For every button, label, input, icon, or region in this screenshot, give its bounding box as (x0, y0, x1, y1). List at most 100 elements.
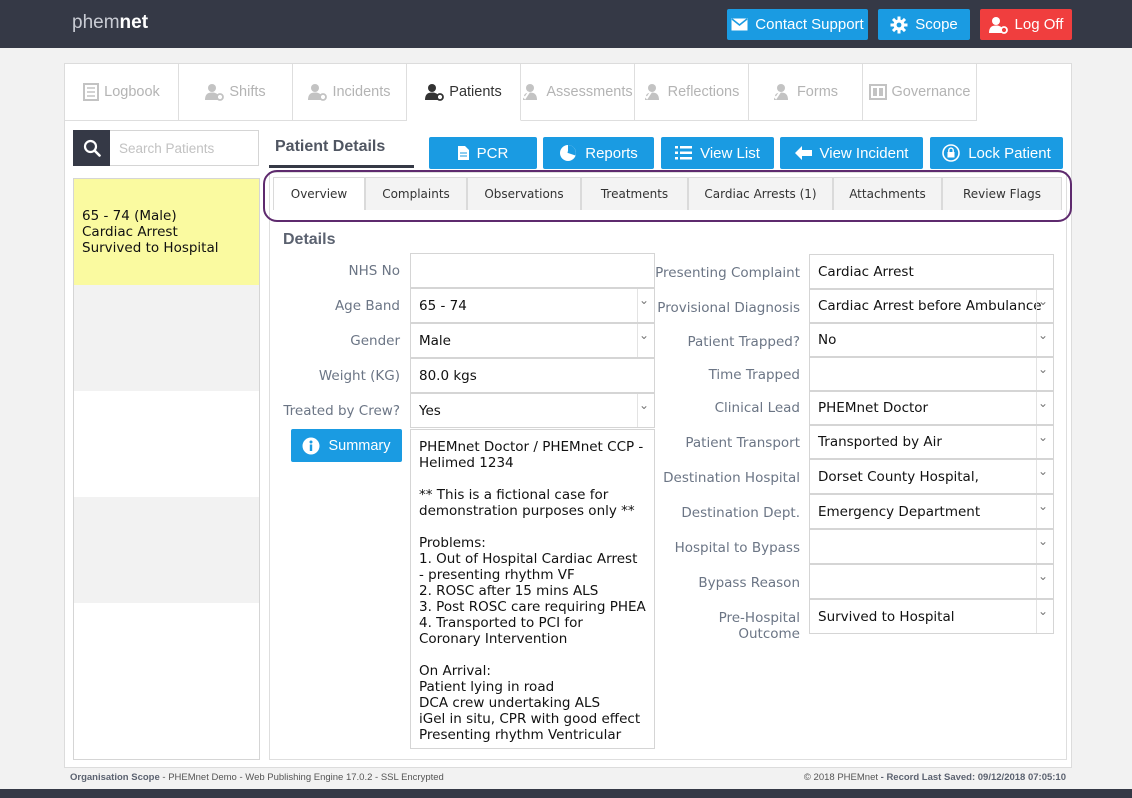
gender-select[interactable]: Male (410, 323, 655, 358)
summary-notes-textarea[interactable]: PHEMnet Doctor / PHEMnet CCP - Helimed 1… (410, 429, 655, 749)
treated-by-crew-label: Treated by Crew? (283, 403, 400, 419)
patient-transport-label: Patient Transport (685, 435, 800, 451)
tab-reflections[interactable]: Reflections (635, 64, 749, 121)
destination-dept-label: Destination Dept. (681, 505, 800, 521)
page-title: Patient Details (275, 138, 386, 155)
view-incident-label: View Incident (819, 144, 909, 162)
search-button[interactable] (73, 130, 110, 166)
logo-text-light: phem (72, 12, 120, 33)
view-list-button[interactable]: View List (661, 137, 774, 169)
arrow-left-icon (794, 146, 812, 160)
bottom-bar (0, 789, 1132, 798)
patient-age-gender: 65 - 74 (Male) (82, 208, 177, 224)
user-gear-icon (988, 16, 1008, 34)
contact-support-label: Contact Support (755, 16, 864, 33)
destination-hospital-select[interactable]: Dorset County Hospital, (809, 459, 1054, 494)
footer-last-saved: - Record Last Saved: 09/12/2018 07:05:10 (878, 772, 1066, 783)
user-gear-icon (425, 84, 445, 101)
nhs-no-field[interactable] (410, 253, 655, 288)
logbook-icon (83, 83, 100, 101)
patient-transport-value: Transported by Air (818, 434, 942, 450)
reports-label: Reports (585, 144, 638, 162)
gender-label: Gender (350, 333, 400, 349)
view-incident-button[interactable]: View Incident (780, 137, 923, 169)
destination-dept-select[interactable]: Emergency Department (809, 494, 1054, 529)
provisional-diagnosis-select[interactable]: Cardiac Arrest before Ambulance (809, 289, 1054, 323)
list-item[interactable]: 65 - 74 (Male) Cardiac Arrest Survived t… (74, 179, 259, 285)
destination-dept-value: Emergency Department (818, 503, 981, 520)
search-input[interactable] (112, 131, 258, 165)
provisional-diagnosis-value: Cardiac Arrest before Ambulance (818, 298, 1042, 314)
tab-governance[interactable]: Governance (863, 64, 977, 121)
hospital-to-bypass-label: Hospital to Bypass (674, 540, 800, 556)
tab-forms-label: Forms (796, 84, 839, 100)
pre-hospital-outcome-value: Survived to Hospital (818, 608, 955, 625)
pre-hospital-outcome-label: Pre-Hospital Outcome (718, 610, 800, 642)
tab-patients[interactable]: Patients (407, 64, 521, 121)
lock-icon (942, 144, 961, 162)
user-check-icon (772, 84, 788, 100)
lock-patient-label: Lock Patient (968, 144, 1051, 162)
reports-button[interactable]: Reports (543, 137, 654, 169)
weight-label: Weight (KG) (318, 368, 400, 384)
list-item-empty (74, 497, 259, 603)
app-logo[interactable]: phemnet (72, 12, 148, 34)
view-list-label: View List (700, 144, 760, 162)
list-item-empty (74, 285, 259, 391)
footer-copyright: © 2018 PHEMnet (803, 772, 878, 783)
document-icon (457, 146, 469, 160)
clinical-lead-select[interactable]: PHEMnet Doctor (809, 391, 1054, 425)
footer-saved: © 2018 PHEMnet - Record Last Saved: 09/1… (804, 772, 1066, 783)
patient-transport-select[interactable]: Transported by Air (809, 425, 1054, 459)
scope-button[interactable]: Scope (878, 9, 970, 40)
tab-shifts-label: Shifts (229, 84, 266, 100)
age-band-select[interactable]: 65 - 74 (410, 288, 655, 323)
pcr-button[interactable]: PCR (429, 137, 537, 169)
patient-trapped-value: No (818, 332, 837, 348)
patient-search (73, 130, 259, 166)
tab-logbook[interactable]: Logbook (65, 64, 179, 121)
list-icon (675, 146, 693, 160)
logo-text-bold: net (119, 12, 149, 33)
patient-outcome: Survived to Hospital (82, 240, 219, 256)
contact-support-button[interactable]: Contact Support (727, 9, 868, 40)
tab-forms[interactable]: Forms (749, 64, 863, 121)
tab-assessments[interactable]: Assessments (521, 64, 635, 121)
info-icon (302, 437, 320, 454)
time-trapped-select[interactable] (809, 357, 1054, 391)
presenting-complaint-label: Presenting Complaint (655, 265, 800, 281)
footer-scope-text: - PHEMnet Demo - Web Publishing Engine 1… (159, 772, 444, 783)
tab-patients-label: Patients (449, 84, 502, 100)
tab-incidents[interactable]: Incidents (293, 64, 407, 121)
hospital-to-bypass-select[interactable] (809, 529, 1054, 564)
provisional-diagnosis-label: Provisional Diagnosis (657, 300, 800, 316)
presenting-complaint-field[interactable]: Cardiac Arrest (809, 254, 1054, 289)
main-panel: Logbook Shifts Incidents Patients Assess… (64, 63, 1072, 768)
age-band-label: Age Band (334, 298, 400, 314)
destination-hospital-label: Destination Hospital (663, 470, 800, 486)
patient-list: 65 - 74 (Male) Cardiac Arrest Survived t… (73, 178, 260, 760)
nhs-no-label: NHS No (348, 263, 400, 279)
time-trapped-label: Time Trapped (708, 367, 800, 383)
scope-label: Scope (915, 16, 958, 33)
bypass-reason-select[interactable] (809, 564, 1054, 599)
footer-scope-label: Organisation Scope (70, 772, 160, 783)
tabs-highlight-outline (263, 170, 1072, 222)
treated-by-crew-select[interactable]: Yes (410, 393, 655, 428)
title-underline (269, 165, 414, 168)
weight-field[interactable]: 80.0 kgs (410, 358, 655, 393)
list-item-empty (74, 603, 259, 709)
lock-patient-button[interactable]: Lock Patient (930, 137, 1063, 169)
pre-hospital-outcome-select[interactable]: Survived to Hospital (809, 599, 1054, 634)
pcr-label: PCR (476, 144, 509, 162)
patient-trapped-select[interactable]: No (809, 323, 1054, 357)
list-item-empty (74, 391, 259, 497)
footer-scope: Organisation Scope - PHEMnet Demo - Web … (70, 772, 444, 783)
tab-assessments-label: Assessments (546, 84, 633, 100)
tab-incidents-label: Incidents (332, 84, 391, 100)
tab-logbook-label: Logbook (104, 84, 160, 100)
clinical-lead-label: Clinical Lead (714, 400, 800, 416)
summary-button[interactable]: Summary (291, 429, 402, 462)
log-off-button[interactable]: Log Off (980, 9, 1072, 40)
tab-shifts[interactable]: Shifts (179, 64, 293, 121)
